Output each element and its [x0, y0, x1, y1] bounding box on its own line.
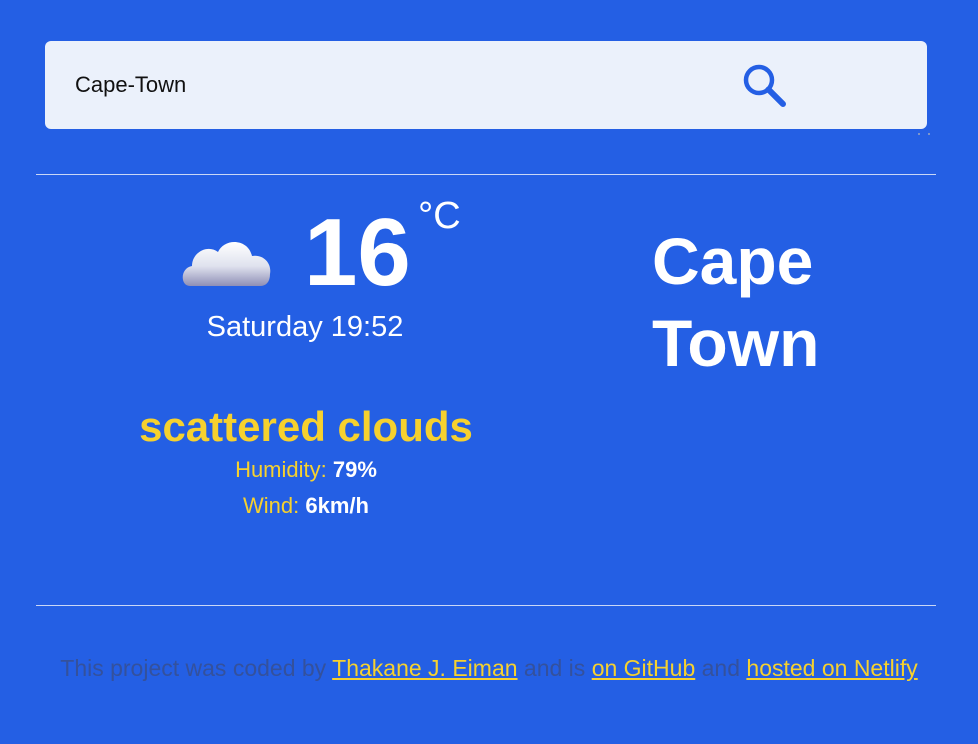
search-button[interactable]: [737, 59, 797, 111]
weather-app: 16 °C Saturday 19:52 Cape Town scattered…: [0, 0, 978, 744]
current-location-button[interactable]: [907, 125, 937, 139]
search-icon: [743, 64, 786, 107]
wind-label: Wind:: [243, 493, 300, 518]
city-name-line: Town: [652, 306, 820, 380]
current-location-icon: [918, 133, 930, 135]
search-form: [45, 41, 930, 135]
city-name: Cape Town: [652, 220, 912, 384]
weather-condition: [178, 234, 274, 290]
date-time: Saturday 19:52: [206, 311, 404, 343]
github-link[interactable]: on GitHub: [592, 655, 696, 681]
bottom-divider: [36, 605, 936, 606]
top-divider: [36, 174, 936, 175]
city-name-line: Cape: [652, 224, 814, 298]
footer-text: and is: [523, 655, 586, 681]
footer-text: and: [701, 655, 741, 681]
humidity-stat: Humidity: 79%: [108, 455, 504, 485]
wind-value: 6km/h: [305, 493, 369, 518]
cloud-icon: [182, 241, 271, 286]
footer: This project was coded by Thakane J. Eim…: [0, 652, 978, 684]
humidity-label: Humidity:: [235, 457, 327, 482]
footer-text: This project was coded by: [60, 655, 327, 681]
weather-description: scattered clouds: [139, 403, 473, 450]
wind-stat: Wind: 6km/h: [108, 491, 504, 521]
netlify-link[interactable]: hosted on Netlify: [746, 655, 917, 681]
temperature-value: 16: [304, 199, 411, 306]
author-link[interactable]: Thakane J. Eiman: [332, 655, 517, 681]
city-search-input[interactable]: [73, 65, 697, 105]
temperature-unit: °C: [418, 195, 461, 237]
humidity-value: 79%: [332, 457, 377, 482]
